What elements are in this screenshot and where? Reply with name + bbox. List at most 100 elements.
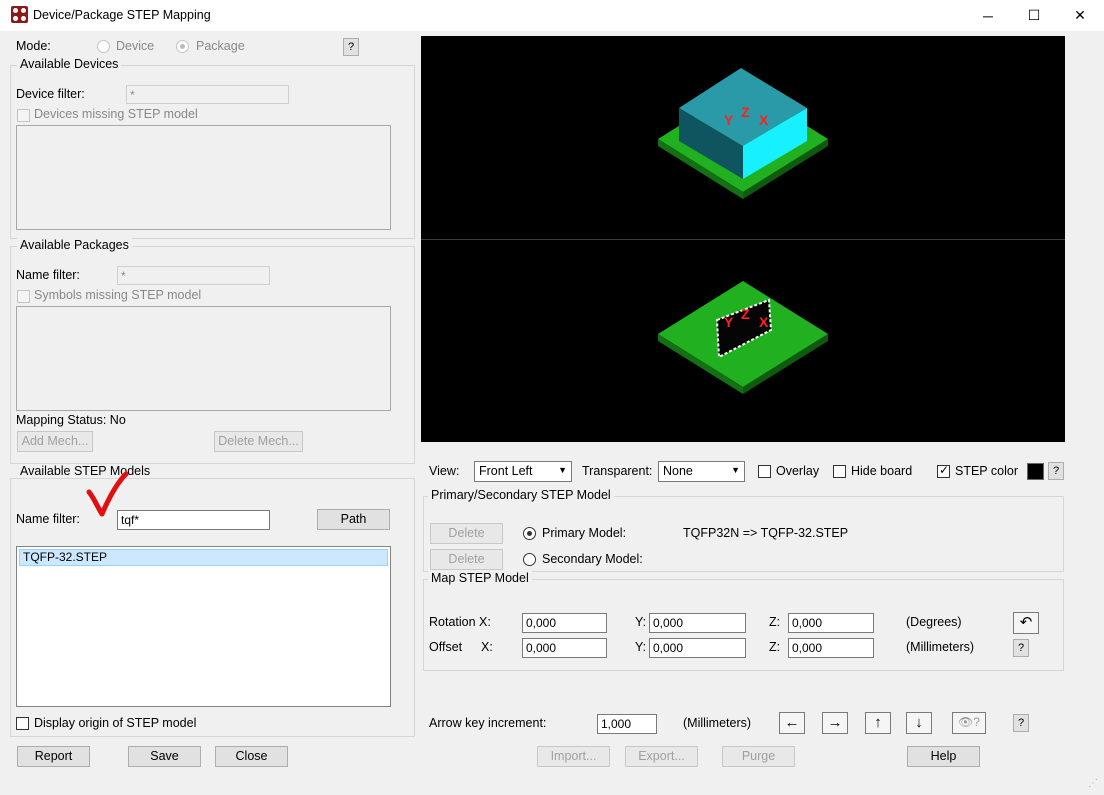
step-filter-input[interactable]: tqf*: [117, 510, 270, 530]
map-help-button[interactable]: ?: [1013, 639, 1029, 657]
purge-button[interactable]: Purge: [722, 746, 795, 767]
transparent-label: Transparent:: [582, 464, 653, 478]
arrow-key-unit: (Millimeters): [683, 716, 752, 730]
rotation-z-input[interactable]: 0,000: [788, 613, 874, 633]
symbols-missing-checkbox[interactable]: [17, 290, 30, 303]
axis-y-label: Y: [724, 112, 734, 128]
offset-z-input[interactable]: 0,000: [788, 638, 874, 658]
minimize-button[interactable]: ─: [965, 0, 1011, 31]
arrow-up-icon[interactable]: ↑: [865, 712, 891, 734]
millimeters-label: (Millimeters): [906, 640, 975, 654]
rotate-reset-icon[interactable]: ↶: [1013, 612, 1039, 634]
axis-x-label: X: [759, 112, 769, 128]
transparent-select-value: None: [663, 464, 693, 478]
hide-board-checkbox[interactable]: [833, 465, 846, 478]
step-filter-label: Name filter:: [16, 512, 80, 526]
annotation-checkmark-icon: [86, 471, 129, 517]
overlay-checkbox[interactable]: [758, 465, 771, 478]
offset-x-input[interactable]: 0,000: [522, 638, 607, 658]
available-packages-title: Available Packages: [17, 238, 132, 252]
symbols-missing-label: Symbols missing STEP model: [34, 288, 202, 302]
rotation-x-input[interactable]: 0,000: [522, 613, 607, 633]
offset-y-input[interactable]: 0,000: [649, 638, 746, 658]
resize-grip-icon[interactable]: ⋰: [1088, 779, 1100, 791]
devices-missing-checkbox[interactable]: [17, 109, 30, 122]
offset-z-label: Z:: [769, 640, 781, 654]
map-step-model-title: Map STEP Model: [428, 571, 532, 585]
step-color-swatch[interactable]: [1027, 463, 1044, 480]
delete-secondary-button[interactable]: Delete: [430, 549, 503, 570]
mode-label: Mode:: [16, 39, 51, 53]
arrow-help-button[interactable]: ?: [1013, 714, 1029, 732]
window-title: Device/Package STEP Mapping: [33, 8, 211, 22]
device-filter-input[interactable]: *: [126, 85, 289, 104]
close-window-button[interactable]: ✕: [1057, 0, 1103, 31]
chevron-down-icon: ▼: [558, 465, 567, 475]
mode-device-radio[interactable]: [97, 40, 110, 53]
axis-z-label: Z: [741, 104, 750, 120]
package-filter-input[interactable]: *: [117, 266, 270, 285]
axis-x-label: X: [759, 314, 769, 330]
help-button[interactable]: Help: [907, 746, 980, 767]
path-button[interactable]: Path: [317, 509, 390, 530]
arrow-key-label: Arrow key increment:: [429, 716, 547, 730]
step-3d-viewport[interactable]: Y Z X Y Z X: [421, 36, 1065, 442]
view-help-button[interactable]: ?: [1048, 462, 1064, 480]
available-devices-title: Available Devices: [17, 57, 122, 71]
mode-package-radio[interactable]: [176, 40, 189, 53]
display-origin-label: Display origin of STEP model: [34, 716, 197, 730]
mapping-status: Mapping Status: No: [16, 413, 126, 427]
chevron-down-icon: ▼: [731, 465, 740, 475]
mode-device-label: Device: [116, 39, 155, 53]
devices-list[interactable]: [16, 125, 391, 230]
secondary-model-label: Secondary Model:: [542, 552, 643, 566]
mode-package-label: Package: [196, 39, 245, 53]
primary-model-radio[interactable]: [523, 527, 536, 540]
mode-help-button[interactable]: ?: [343, 38, 359, 56]
save-button[interactable]: Save: [128, 746, 201, 767]
device-filter-label: Device filter:: [16, 87, 85, 101]
view-label: View:: [429, 464, 460, 478]
rotation-y-label: Y:: [635, 615, 647, 629]
package-filter-label: Name filter:: [16, 268, 80, 282]
axis-y-label: Y: [724, 314, 734, 330]
title-bar: Device/Package STEP Mapping ─ ☐ ✕: [0, 0, 1104, 31]
axis-z-label: Z: [741, 306, 750, 322]
arrow-down-icon[interactable]: ↓: [906, 712, 932, 734]
display-origin-checkbox[interactable]: [16, 717, 29, 730]
arrow-left-icon[interactable]: ←: [779, 712, 805, 734]
transparent-select[interactable]: None ▼: [658, 461, 745, 482]
devices-missing-label: Devices missing STEP model: [34, 107, 198, 121]
rotation-z-label: Z:: [769, 615, 781, 629]
rotation-y-input[interactable]: 0,000: [649, 613, 746, 633]
list-item[interactable]: TQFP-32.STEP: [19, 549, 388, 566]
arrow-right-icon[interactable]: →: [822, 712, 848, 734]
maximize-button[interactable]: ☐: [1011, 0, 1057, 31]
hide-board-label: Hide board: [851, 464, 913, 478]
report-button[interactable]: Report: [17, 746, 90, 767]
primary-secondary-title: Primary/Secondary STEP Model: [428, 488, 614, 502]
rotation-label: Rotation X:: [429, 615, 491, 629]
delete-primary-button[interactable]: Delete: [430, 523, 503, 544]
step-color-checkbox[interactable]: [937, 463, 950, 478]
step-models-list[interactable]: TQFP-32.STEP: [16, 546, 391, 707]
add-mech-button[interactable]: Add Mech...: [17, 431, 93, 452]
export-button[interactable]: Export...: [625, 746, 698, 767]
app-icon: [11, 6, 28, 23]
view-select[interactable]: Front Left ▼: [474, 461, 572, 482]
view-select-value: Front Left: [479, 464, 533, 478]
close-button[interactable]: Close: [215, 746, 288, 767]
delete-mech-button[interactable]: Delete Mech...: [214, 431, 303, 452]
arrow-key-increment-input[interactable]: 1,000: [597, 714, 657, 734]
offset-x-label: X:: [481, 640, 493, 654]
step-model-render: [658, 68, 828, 394]
step-color-label: STEP color: [955, 464, 1018, 478]
secondary-model-radio[interactable]: [523, 553, 536, 566]
eye-help-icon[interactable]: 👁?: [952, 712, 986, 734]
overlay-label: Overlay: [776, 464, 820, 478]
packages-list[interactable]: [16, 306, 391, 411]
offset-label: Offset: [429, 640, 463, 654]
offset-y-label: Y:: [635, 640, 647, 654]
import-button[interactable]: Import...: [537, 746, 610, 767]
degrees-label: (Degrees): [906, 615, 962, 629]
